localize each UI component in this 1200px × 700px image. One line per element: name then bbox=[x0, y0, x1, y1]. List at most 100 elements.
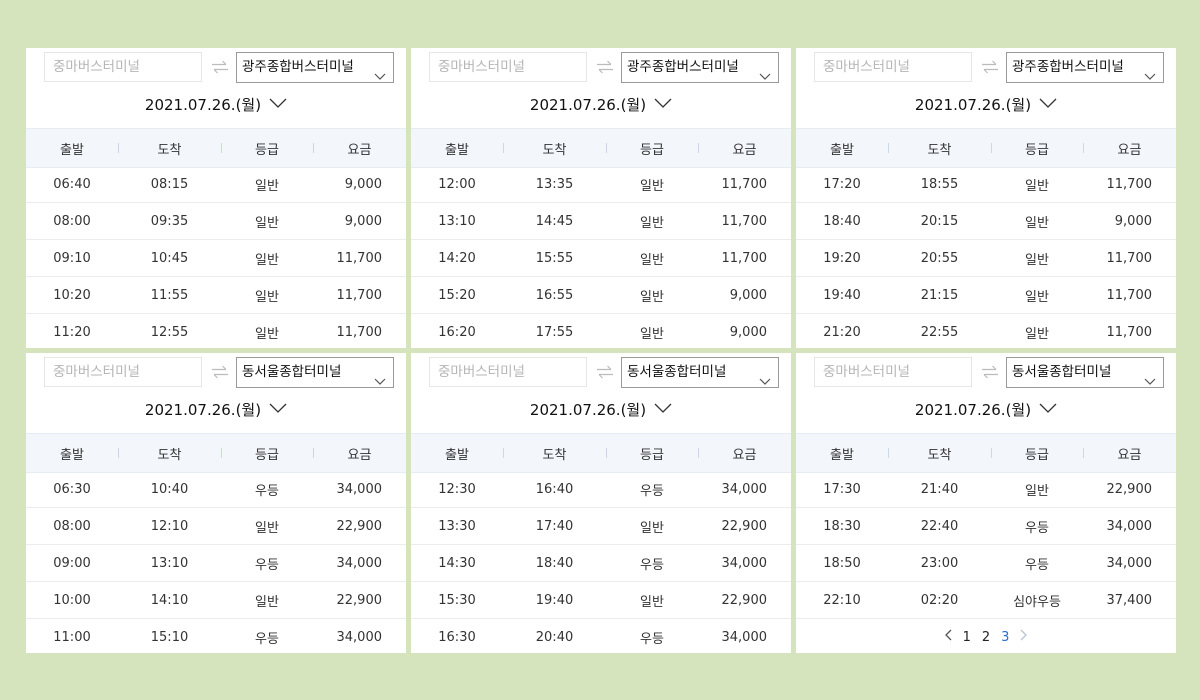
arrival-time: 15:10 bbox=[150, 629, 189, 645]
table-row[interactable]: 10:20 11:55 일반 11,700 bbox=[26, 277, 406, 314]
bus-grade: 우등 bbox=[640, 557, 664, 573]
bus-grade: 우등 bbox=[640, 631, 664, 647]
date-selector[interactable]: 2021.07.26.(월) bbox=[796, 397, 1176, 421]
destination-select[interactable]: 동서울종합터미널 bbox=[236, 357, 394, 388]
arrival-time: 09:35 bbox=[150, 213, 189, 229]
date-selector[interactable]: 2021.07.26.(월) bbox=[411, 397, 791, 421]
table-row[interactable]: 15:30 19:40 일반 22,900 bbox=[411, 582, 791, 619]
arrival-time: 16:55 bbox=[535, 287, 574, 303]
fare: 22,900 bbox=[721, 518, 768, 534]
table-row[interactable]: 06:40 08:15 일반 9,000 bbox=[26, 166, 406, 203]
table-row[interactable]: 14:30 18:40 우등 34,000 bbox=[411, 545, 791, 582]
bus-grade: 일반 bbox=[255, 178, 279, 194]
destination-select[interactable]: 광주종합버스터미널 bbox=[236, 52, 394, 83]
departure-time: 19:40 bbox=[823, 287, 861, 303]
fare: 22,900 bbox=[721, 592, 768, 608]
swap-icon[interactable] bbox=[205, 357, 235, 387]
departure-time: 15:30 bbox=[438, 592, 476, 608]
table-row[interactable]: 13:10 14:45 일반 11,700 bbox=[411, 203, 791, 240]
table-row[interactable]: 15:20 16:55 일반 9,000 bbox=[411, 277, 791, 314]
origin-input[interactable]: 중마버스터미널 bbox=[814, 357, 972, 387]
table-row[interactable]: 18:50 23:00 우등 34,000 bbox=[796, 545, 1176, 582]
origin-input[interactable]: 중마버스터미널 bbox=[814, 52, 972, 82]
bus-grade: 일반 bbox=[640, 215, 664, 231]
chevron-down-icon bbox=[1039, 400, 1057, 418]
origin-input[interactable]: 중마버스터미널 bbox=[429, 357, 587, 387]
bus-grade: 일반 bbox=[255, 520, 279, 536]
table-row[interactable]: 18:40 20:15 일반 9,000 bbox=[796, 203, 1176, 240]
departure-time: 15:20 bbox=[438, 287, 476, 303]
date-selector[interactable]: 2021.07.26.(월) bbox=[796, 92, 1176, 116]
header-arrival: 도착 bbox=[503, 434, 606, 472]
arrival-time: 21:15 bbox=[920, 287, 959, 303]
arrival-time: 16:40 bbox=[535, 481, 574, 497]
chevron-right-icon[interactable] bbox=[1020, 629, 1028, 645]
departure-time: 09:00 bbox=[53, 555, 91, 571]
table-row[interactable]: 14:20 15:55 일반 11,700 bbox=[411, 240, 791, 277]
arrival-time: 21:40 bbox=[920, 481, 959, 497]
page-2-link[interactable]: 2 bbox=[982, 630, 990, 645]
departure-time: 06:40 bbox=[53, 176, 91, 192]
swap-icon[interactable] bbox=[975, 52, 1005, 82]
date-selector[interactable]: 2021.07.26.(월) bbox=[26, 92, 406, 116]
table-row[interactable]: 11:00 15:10 우등 34,000 bbox=[26, 619, 406, 653]
page-3-link[interactable]: 3 bbox=[1001, 630, 1009, 645]
arrival-time: 13:10 bbox=[150, 555, 189, 571]
destination-label: 광주종합버스터미널 bbox=[1012, 59, 1124, 75]
bus-grade: 우등 bbox=[255, 631, 279, 647]
arrival-time: 10:40 bbox=[150, 481, 189, 497]
date-label: 2021.07.26.(월) bbox=[529, 400, 647, 419]
table-row[interactable]: 17:30 21:40 일반 22,900 bbox=[796, 471, 1176, 508]
arrival-time: 10:45 bbox=[150, 250, 189, 266]
table-row[interactable]: 09:10 10:45 일반 11,700 bbox=[26, 240, 406, 277]
table-header: 출발 도착 등급 요금 bbox=[411, 128, 791, 168]
arrival-time: 23:00 bbox=[920, 555, 959, 571]
origin-input[interactable]: 중마버스터미널 bbox=[44, 52, 202, 82]
table-row[interactable]: 13:30 17:40 일반 22,900 bbox=[411, 508, 791, 545]
destination-select[interactable]: 동서울종합터미널 bbox=[621, 357, 779, 388]
date-selector[interactable]: 2021.07.26.(월) bbox=[411, 92, 791, 116]
header-arrival: 도착 bbox=[503, 129, 606, 167]
destination-select[interactable]: 동서울종합터미널 bbox=[1006, 357, 1164, 388]
table-row[interactable]: 11:20 12:55 일반 11,700 bbox=[26, 314, 406, 348]
table-row[interactable]: 12:30 16:40 우등 34,000 bbox=[411, 471, 791, 508]
destination-select[interactable]: 광주종합버스터미널 bbox=[1006, 52, 1164, 83]
table-row[interactable]: 06:30 10:40 우등 34,000 bbox=[26, 471, 406, 508]
table-row[interactable]: 12:00 13:35 일반 11,700 bbox=[411, 166, 791, 203]
table-row[interactable]: 19:40 21:15 일반 11,700 bbox=[796, 277, 1176, 314]
date-selector[interactable]: 2021.07.26.(월) bbox=[26, 397, 406, 421]
swap-icon[interactable] bbox=[975, 357, 1005, 387]
departure-time: 11:20 bbox=[53, 324, 91, 340]
departure-time: 17:20 bbox=[823, 176, 861, 192]
arrival-time: 14:45 bbox=[535, 213, 574, 229]
chevron-left-icon[interactable] bbox=[944, 629, 952, 645]
route-selector: 중마버스터미널 동서울종합터미널 bbox=[44, 357, 394, 388]
fare: 34,000 bbox=[721, 555, 768, 571]
arrival-time: 22:40 bbox=[920, 518, 959, 534]
route-selector: 중마버스터미널 동서울종합터미널 bbox=[814, 357, 1164, 388]
table-row[interactable]: 08:00 09:35 일반 9,000 bbox=[26, 203, 406, 240]
departure-time: 17:30 bbox=[823, 481, 861, 497]
origin-input[interactable]: 중마버스터미널 bbox=[429, 52, 587, 82]
table-row[interactable]: 16:20 17:55 일반 9,000 bbox=[411, 314, 791, 348]
swap-icon[interactable] bbox=[590, 357, 620, 387]
swap-icon[interactable] bbox=[590, 52, 620, 82]
table-row[interactable]: 18:30 22:40 우등 34,000 bbox=[796, 508, 1176, 545]
destination-select[interactable]: 광주종합버스터미널 bbox=[621, 52, 779, 83]
table-row[interactable]: 21:20 22:55 일반 11,700 bbox=[796, 314, 1176, 348]
departure-time: 12:00 bbox=[438, 176, 476, 192]
table-row[interactable]: 08:00 12:10 일반 22,900 bbox=[26, 508, 406, 545]
table-row[interactable]: 19:20 20:55 일반 11,700 bbox=[796, 240, 1176, 277]
fare: 22,900 bbox=[336, 518, 383, 534]
page-1-link[interactable]: 1 bbox=[963, 630, 971, 645]
table-row[interactable]: 10:00 14:10 일반 22,900 bbox=[26, 582, 406, 619]
swap-icon[interactable] bbox=[205, 52, 235, 82]
table-row[interactable]: 16:30 20:40 우등 34,000 bbox=[411, 619, 791, 653]
fare: 11,700 bbox=[336, 250, 383, 266]
table-row[interactable]: 17:20 18:55 일반 11,700 bbox=[796, 166, 1176, 203]
origin-input[interactable]: 중마버스터미널 bbox=[44, 357, 202, 387]
arrival-time: 12:55 bbox=[150, 324, 189, 340]
table-row[interactable]: 22:10 02:20 심야우등 37,400 bbox=[796, 582, 1176, 619]
table-row[interactable]: 09:00 13:10 우등 34,000 bbox=[26, 545, 406, 582]
header-fare: 요금 bbox=[1083, 434, 1176, 472]
